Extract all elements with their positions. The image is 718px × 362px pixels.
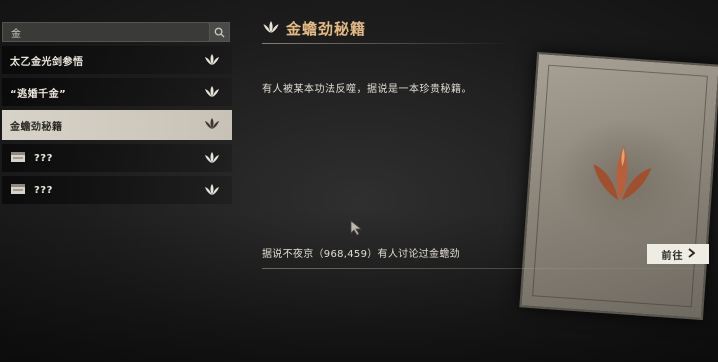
list-item-selected[interactable]: 金蟾劲秘籍: [2, 110, 232, 140]
list-item-label: 金蟾劲秘籍: [10, 121, 63, 133]
list-item-label: ???: [34, 184, 53, 196]
detail-description: 有人被某本功法反噬，据说是一本珍贵秘籍。: [262, 84, 472, 95]
location-hint: 据说不夜京（968,459）有人讨论过金蟾劲: [262, 249, 460, 260]
search-input[interactable]: 金: [3, 25, 209, 40]
mouse-cursor-icon: [350, 220, 364, 240]
list-item-locked[interactable]: ???: [2, 144, 232, 172]
lotus-icon: [204, 85, 220, 101]
lotus-icon: [204, 183, 220, 199]
quest-list: 太乙金光剑参悟 “逃婚千金” 金蟾劲秘籍 ??? ???: [2, 46, 232, 208]
search-icon[interactable]: [209, 23, 229, 41]
lotus-icon: [262, 19, 280, 38]
lotus-icon: [204, 53, 220, 69]
search-bar[interactable]: 金: [2, 22, 230, 42]
list-item-locked[interactable]: ???: [2, 176, 232, 204]
goto-button[interactable]: 前往: [647, 244, 709, 264]
list-item[interactable]: 太乙金光剑参悟: [2, 46, 232, 74]
footer-divider: [262, 268, 702, 269]
list-item-label: “逃婚千金”: [10, 88, 67, 100]
detail-title: 金蟾劲秘籍: [286, 20, 367, 38]
list-item[interactable]: “逃婚千金”: [2, 78, 232, 106]
chevron-right-icon: [687, 247, 695, 261]
list-item-label: 太乙金光剑参悟: [10, 56, 84, 68]
list-item-label: ???: [34, 152, 53, 164]
secret-book-illustration: [519, 51, 718, 321]
goto-label: 前往: [661, 250, 684, 262]
detail-header: 金蟾劲秘籍: [262, 18, 366, 39]
lotus-icon: [204, 151, 220, 167]
lotus-icon: [204, 117, 220, 133]
scroll-icon: [10, 183, 26, 198]
title-divider: [262, 43, 512, 44]
scroll-icon: [10, 151, 26, 166]
lotus-emblem-icon: [593, 146, 652, 201]
